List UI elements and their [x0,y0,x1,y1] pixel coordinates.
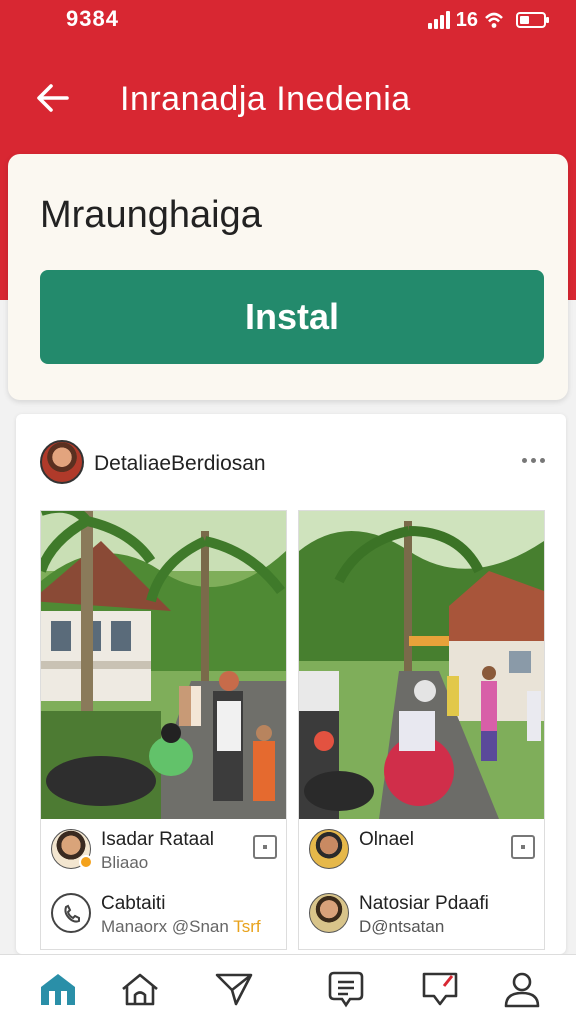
user-subtitle: Bliaao [101,853,149,872]
nav-profile[interactable] [500,967,544,1011]
photo-card[interactable]: Isadar Rataal Bliaao Cabtaiti Manaorx @S… [40,510,287,950]
battery-icon [516,12,549,28]
village-street-photo[interactable] [41,511,286,819]
user-name[interactable]: Natosiar Pdaafi [359,893,489,915]
status-bar: 9384 16 [0,0,576,40]
app-bar: Inranadja Inedenia [0,60,576,136]
chat-icon [328,971,364,1008]
user-avatar[interactable] [309,829,349,869]
status-time: 9384 [66,6,119,31]
status-indicators: 16 [427,8,549,32]
save-icon[interactable] [511,835,535,859]
market-street-photo[interactable] [299,511,544,819]
user-name[interactable]: Isadar Rataal [101,829,214,851]
nav-messages[interactable] [324,967,368,1011]
whatsapp-icon[interactable] [51,893,91,933]
post-header: DetaliaeBerdiosan [40,440,550,486]
user-handle: Manaorx @Snan [101,917,229,936]
user-subtitle: Manaorx @Snan Tsrf [101,917,261,937]
author-avatar[interactable] [40,440,84,484]
arrow-left-icon [37,84,69,112]
home-active-icon [41,974,75,1005]
photo-meta-row: Isadar Rataal Bliaao [51,827,277,875]
post-author[interactable]: DetaliaeBerdiosan [94,452,266,476]
home-outline-icon [122,973,158,1006]
inbox-icon [422,972,458,1006]
nav-explore[interactable] [118,967,162,1011]
nav-inbox[interactable] [418,967,462,1011]
install-button[interactable]: Instal [40,270,544,364]
wifi-icon [485,12,503,28]
nav-home[interactable] [36,967,80,1011]
photo-card[interactable]: Olnael Natosiar Pdaafi D@ntsatan [298,510,545,950]
page-title: Inranadja Inedenia [120,80,411,118]
more-options-button[interactable] [516,448,550,472]
highlight-tag: Tsrf [233,917,261,936]
back-button[interactable] [28,74,76,122]
user-subtitle: D@ntsatan [359,917,445,936]
network-label: 16 [455,8,478,31]
save-icon[interactable] [253,835,277,859]
nav-send[interactable] [212,967,256,1011]
verified-badge-icon [79,855,93,869]
user-name[interactable]: Olnael [359,829,414,851]
user-name[interactable]: Cabtaiti [101,893,165,915]
bottom-navigation [0,954,576,1024]
send-icon [215,973,253,1006]
user-avatar[interactable] [309,893,349,933]
photo-meta-row: Cabtaiti Manaorx @Snan Tsrf [51,891,277,939]
post-card: DetaliaeBerdiosan Isadar Rataal Bliaao C… [16,414,566,954]
signal-icon [427,11,450,29]
photo-meta-row: Olnael [309,827,535,875]
app-name: Mraunghaiga [40,194,262,236]
photo-meta-row: Natosiar Pdaafi D@ntsatan [309,891,535,939]
install-card: Mraunghaiga Instal [8,154,568,400]
profile-icon [504,972,540,1008]
